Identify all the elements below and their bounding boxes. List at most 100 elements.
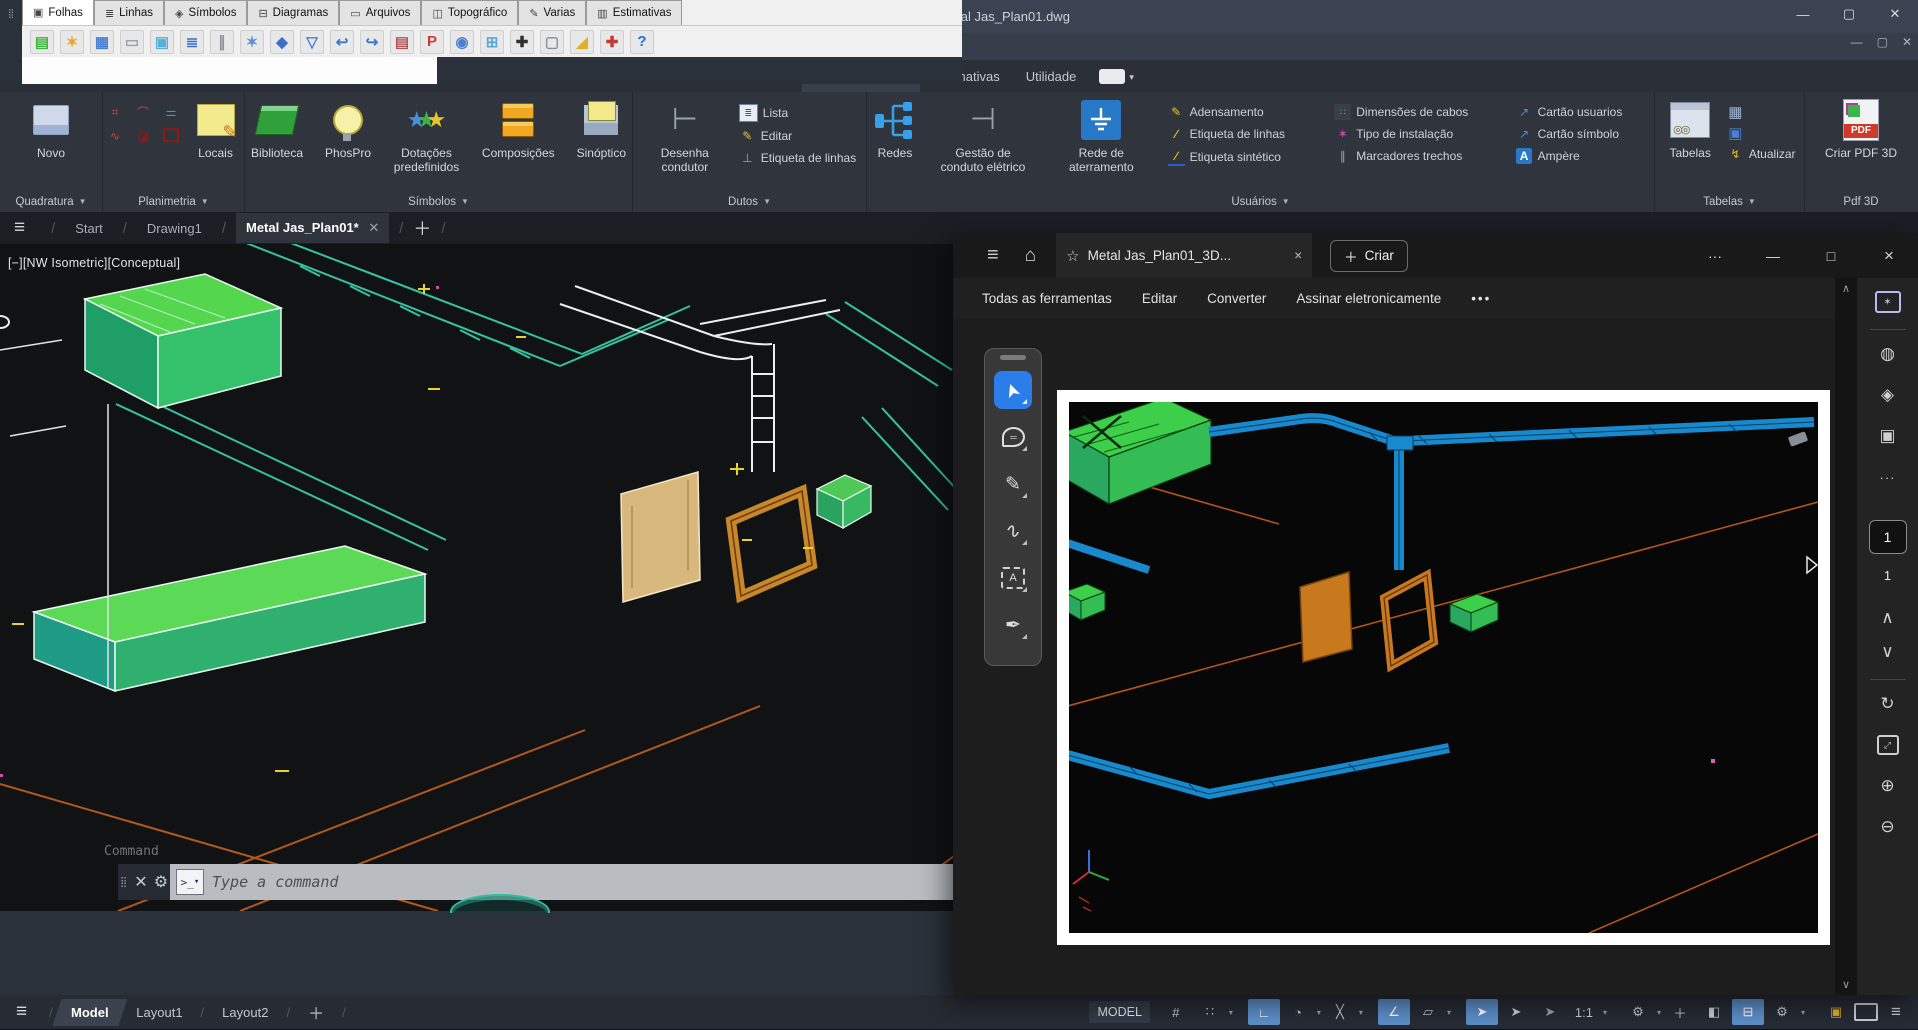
atualizar-button[interactable]: ↯ Atualizar (1727, 146, 1796, 162)
doc-close-button[interactable]: ✕ (1902, 35, 1912, 49)
pdf-scrollbar[interactable]: ∧ ∨ (1835, 278, 1857, 995)
pdf-content-area[interactable]: ➤ ＝ ✎ ∿ A ✒ (953, 318, 1918, 995)
new-from-template-icon[interactable]: ✶ (60, 30, 84, 54)
attach-icon[interactable]: ∥ (210, 30, 234, 54)
sign-tool-button[interactable]: ✒ (994, 606, 1032, 644)
pdf-export-icon[interactable]: P (420, 30, 444, 54)
new-doc-tab-button[interactable]: ＋ (413, 215, 431, 241)
tipo-instalacao-button[interactable]: ✶ Tipo de instalação (1334, 126, 1507, 142)
isodraft-toggle[interactable]: ▱ (1412, 999, 1444, 1025)
bookmark-icon[interactable]: ◆ (270, 30, 294, 54)
close-button[interactable]: ✕ (1872, 0, 1918, 28)
undo-sheet-icon[interactable]: ↩ (330, 30, 354, 54)
cartao-simbolo-button[interactable]: ↗ Cartão símbolo (1516, 126, 1654, 142)
bookmarks-panel-icon[interactable]: ◈ (1871, 378, 1905, 412)
create-button[interactable]: ＋ Criar (1330, 240, 1408, 272)
viewport-label[interactable]: [−][NW Isometric][Conceptual] (8, 256, 180, 270)
space-indicator[interactable]: MODEL (1089, 1001, 1149, 1023)
cartao-usuarios-button[interactable]: ↗ Cartão usuarios (1516, 104, 1654, 120)
doc-tab-close-icon[interactable]: ✕ (365, 220, 380, 235)
etiqueta-de-linhas-button[interactable]: ∕ Etiqueta de linhas (1168, 126, 1327, 142)
angle-snap-toggle[interactable]: ∠ (1378, 999, 1410, 1025)
layout-menu-icon[interactable]: ≡ (16, 1001, 27, 1023)
grid-display-toggle[interactable]: # (1160, 999, 1192, 1025)
status-menu-icon[interactable]: ≡ (1880, 999, 1912, 1025)
comments-panel-icon[interactable]: ◍ (1871, 337, 1905, 371)
layout-tab-layout2[interactable]: Layout2 (208, 999, 282, 1026)
pdf-more-options-icon[interactable]: ··· (1686, 248, 1744, 264)
pdf-close-button[interactable]: × (1860, 246, 1918, 266)
palette-tab-diagramas[interactable]: ⊟Diagramas (247, 0, 339, 25)
home-icon[interactable]: ⌂ (1025, 245, 1036, 267)
marcadores-trechos-button[interactable]: ∥ Marcadores trechos (1334, 148, 1507, 164)
current-page-input[interactable]: 1 (1869, 520, 1907, 554)
novo-button[interactable]: Novo (27, 96, 75, 162)
rede-aterramento-button[interactable]: Rede de aterramento (1043, 96, 1160, 176)
dimensoes-cabos-button[interactable]: ∷ Dimensões de cabos (1334, 104, 1507, 120)
next-page-icon[interactable]: ∨ (1871, 635, 1905, 669)
table-save-icon[interactable]: ▣ (1727, 125, 1744, 141)
panel-label-planimetria[interactable]: Planimetria▼ (103, 191, 244, 212)
save-sheet-icon[interactable]: ▦ (90, 30, 114, 54)
desenha-condutor-button[interactable]: ⊢ Desenha condutor (643, 96, 727, 176)
wrench-settings-icon[interactable]: ⚙ (1766, 999, 1798, 1025)
text-box-tool-button[interactable]: A (994, 559, 1032, 597)
ai-assistant-icon[interactable]: ✶ (1871, 285, 1905, 319)
gear-icon[interactable]: ⚙ (1622, 999, 1654, 1025)
tabelas-button[interactable]: Tabelas (1663, 96, 1716, 162)
planimetria-tool1-icon[interactable]: ⌗ (107, 104, 124, 120)
ribbon-tab-utilidade[interactable]: Utilidade (1013, 62, 1090, 92)
grid-view-icon[interactable]: ⊞ (480, 30, 504, 54)
panel-label-usuarios[interactable]: Usuários▼ (867, 191, 1654, 212)
isolate-objects-icon[interactable]: ◧ (1698, 999, 1730, 1025)
annotation-scale[interactable]: 1:1 (1568, 999, 1600, 1025)
pdf-maximize-button[interactable]: □ (1802, 248, 1860, 264)
pdf-tab-close-icon[interactable]: × (1294, 248, 1302, 263)
composicoes-button[interactable]: Composições (476, 96, 561, 162)
more-panels-icon[interactable]: ··· (1871, 460, 1905, 494)
pdf-document-tab[interactable]: ☆ Metal Jas_Plan01_3D... × (1056, 233, 1312, 278)
new-sheet-icon[interactable]: ▤ (30, 30, 54, 54)
panel-label-pdf3d[interactable]: Pdf 3D (1805, 191, 1917, 212)
pdf-menu-convert[interactable]: Converter (1207, 291, 1266, 306)
palette-tab-simbolos[interactable]: ◈Símbolos (164, 0, 247, 25)
rotate-page-icon[interactable]: ↻ (1871, 687, 1905, 721)
redes-button[interactable]: Redes (867, 96, 923, 162)
doc-tab-metal-jas-plan01[interactable]: Metal Jas_Plan01* ✕ (236, 213, 389, 243)
draw-tool-button[interactable]: ∿ (994, 512, 1032, 550)
planimetria-tool2-icon[interactable]: ⌒ (135, 104, 152, 120)
lista-button[interactable]: ≣ Lista (739, 104, 856, 122)
broom-icon[interactable]: ◢ (570, 30, 594, 54)
object-snap-tracking-toggle[interactable]: ╳ (1324, 999, 1356, 1025)
pdf-menu-edit[interactable]: Editar (1142, 291, 1177, 306)
panel-label-tabelas[interactable]: Tabelas▼ (1655, 191, 1804, 212)
wizard-icon[interactable]: ✶ (240, 30, 264, 54)
panel-label-dutos[interactable]: Dutos▼ (633, 191, 866, 212)
lineweight-toggle[interactable]: ➤ (1534, 999, 1566, 1025)
minimize-button[interactable]: — (1780, 0, 1826, 28)
flag-icon[interactable]: ▽ (300, 30, 324, 54)
select-tool-button[interactable]: ➤ (994, 371, 1032, 409)
preview-icon[interactable]: ◉ (450, 30, 474, 54)
etiqueta-linhas-button[interactable]: ⊥ Etiqueta de linhas (739, 150, 856, 166)
palette-tab-arquivos[interactable]: ▭Arquivos (339, 0, 421, 25)
maximize-button[interactable]: ▢ (1826, 0, 1872, 28)
scroll-down-icon[interactable]: ∨ (1835, 978, 1857, 991)
new-layout-button[interactable]: ＋ (294, 994, 338, 1030)
palette-tab-estimativas[interactable]: ▥Estimativas (586, 0, 682, 25)
help-icon[interactable]: ? (630, 30, 654, 54)
adensamento-button[interactable]: ✎ Adensamento (1168, 104, 1327, 120)
redo-sheet-icon[interactable]: ↪ (360, 30, 384, 54)
doc-minimize-button[interactable]: — (1851, 35, 1863, 49)
palette-tab-topografico[interactable]: ◫Topográfico (421, 0, 518, 25)
gestao-conduto-button[interactable]: ⊣ Gestão de conduto elétrico (931, 96, 1035, 176)
planimetria-tool6-icon[interactable] (163, 128, 179, 142)
pdf-menu-icon[interactable]: ≡ (987, 244, 999, 267)
ribbon-collapse-button[interactable] (1099, 69, 1125, 84)
highlight-tool-button[interactable]: ✎ (994, 465, 1032, 503)
biblioteca-button[interactable]: Biblioteca (245, 96, 309, 162)
pdf-menu-esign[interactable]: Assinar eletronicamente (1296, 291, 1441, 306)
doctabs-menu-icon[interactable]: ≡ (14, 217, 25, 239)
osnap-toggle[interactable]: ➤ (1466, 999, 1498, 1025)
command-bar-grip[interactable]: ⣿ ✕ ⚙ (118, 864, 170, 900)
